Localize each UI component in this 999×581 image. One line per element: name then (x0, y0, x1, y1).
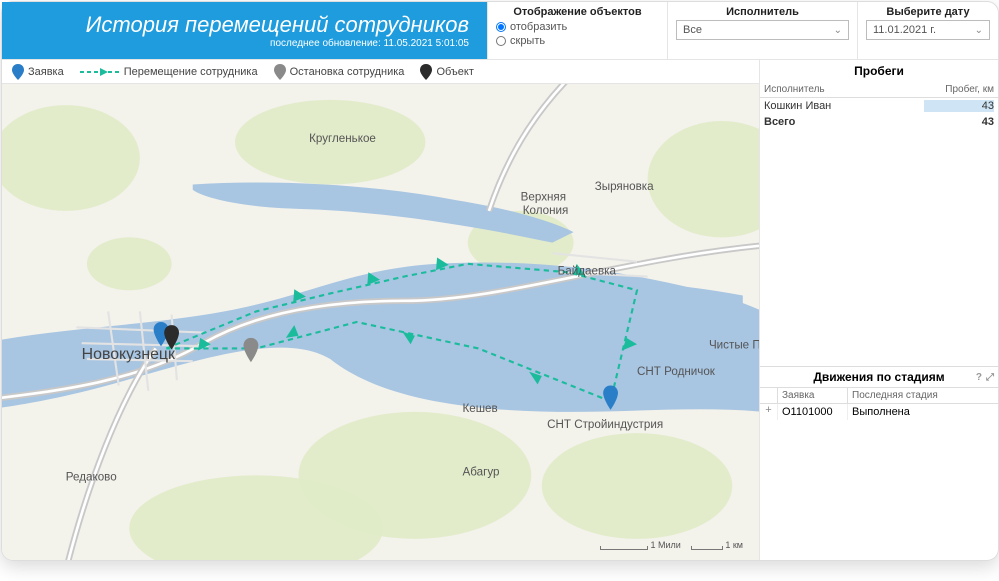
pin-blue-icon (12, 64, 24, 80)
expand-toggle-icon[interactable]: + (760, 404, 778, 420)
executor-header: Исполнитель (726, 6, 799, 18)
executor-panel: Исполнитель Все ⌄ (668, 2, 858, 59)
app-window: История перемещений сотрудников последне… (1, 1, 999, 561)
mileage-col-executor: Исполнитель (764, 84, 924, 95)
mileage-panel: Пробеги Исполнитель Пробег, км Кошкин Ив… (760, 60, 998, 130)
top-bar: История перемещений сотрудников последне… (2, 2, 998, 60)
display-objects-header: Отображение объектов (513, 6, 641, 18)
mileage-title: Пробеги (760, 60, 998, 82)
movement-icon (80, 67, 120, 77)
stages-title: Движения по стадиям (813, 370, 944, 384)
date-header: Выберите дату (886, 6, 969, 18)
label-redakovo: Редаково (66, 471, 117, 484)
map-column: Заявка Перемещение сотрудника Остановка … (2, 60, 760, 560)
legend-stop: Остановка сотрудника (274, 64, 405, 80)
label-abagur: Абагур (462, 465, 499, 478)
mileage-total-row: Всего 43 (760, 114, 998, 130)
main-area: Заявка Перемещение сотрудника Остановка … (2, 60, 998, 560)
label-rodnichok: СНТ Родничок (637, 365, 716, 378)
mileage-row[interactable]: Кошкин Иван 43 (760, 98, 998, 114)
legend-object: Объект (420, 64, 473, 80)
title-block: История перемещений сотрудников последне… (2, 2, 488, 59)
last-updated: последнее обновление: 11.05.2021 5:01:05 (270, 38, 469, 49)
stages-row[interactable]: + О1101000 Выполнена (760, 404, 998, 420)
label-zyryanovka: Зыряновка (595, 180, 654, 193)
mileage-col-km: Пробег, км (924, 84, 994, 95)
help-icon[interactable]: ? (976, 372, 982, 383)
label-verkhnyaya: Верхняя (521, 190, 566, 203)
stages-col-request: Заявка (778, 388, 848, 403)
stages-col-last: Последняя стадия (848, 388, 998, 403)
display-objects-panel: Отображение объектов отобразить скрыть (488, 2, 668, 59)
executor-select[interactable]: Все ⌄ (676, 20, 849, 40)
legend-request: Заявка (12, 64, 64, 80)
stages-panel: Движения по стадиям ? ⤢ Заявка Последняя… (760, 366, 998, 560)
map-legend: Заявка Перемещение сотрудника Остановка … (2, 60, 759, 84)
label-novokuznetsk: Новокузнецк (82, 346, 176, 363)
chevron-down-icon: ⌄ (834, 25, 842, 36)
stages-header-row: Заявка Последняя стадия (760, 387, 998, 404)
pin-black-icon (420, 64, 432, 80)
chevron-down-icon: ⌄ (975, 25, 983, 36)
label-kruglenkoe: Кругленькое (309, 132, 376, 145)
pin-grey-icon (274, 64, 286, 80)
page-title: История перемещений сотрудников (86, 12, 469, 38)
legend-movement: Перемещение сотрудника (80, 66, 258, 78)
label-baidaevka: Байдаевка (558, 264, 617, 277)
label-koloniya: Колония (523, 204, 569, 217)
date-select[interactable]: 11.01.2021 г. ⌄ (866, 20, 990, 40)
map-scale: 1 Мили 1 км (600, 540, 743, 550)
label-chistye: Чистые Пру… (709, 338, 759, 351)
expand-icon[interactable]: ⤢ (986, 372, 994, 383)
date-panel: Выберите дату 11.01.2021 г. ⌄ (858, 2, 998, 59)
label-keshev: Кешев (462, 402, 497, 415)
side-column: Пробеги Исполнитель Пробег, км Кошкин Ив… (760, 60, 998, 560)
map-canvas[interactable]: Новокузнецк Кругленькое Верхняя Колония … (2, 84, 759, 560)
mileage-header-row: Исполнитель Пробег, км (760, 82, 998, 98)
label-stroyindustriya: СНТ Стройиндустрия (547, 418, 663, 431)
display-hide-radio[interactable]: скрыть (496, 34, 567, 48)
display-show-radio[interactable]: отобразить (496, 20, 567, 34)
